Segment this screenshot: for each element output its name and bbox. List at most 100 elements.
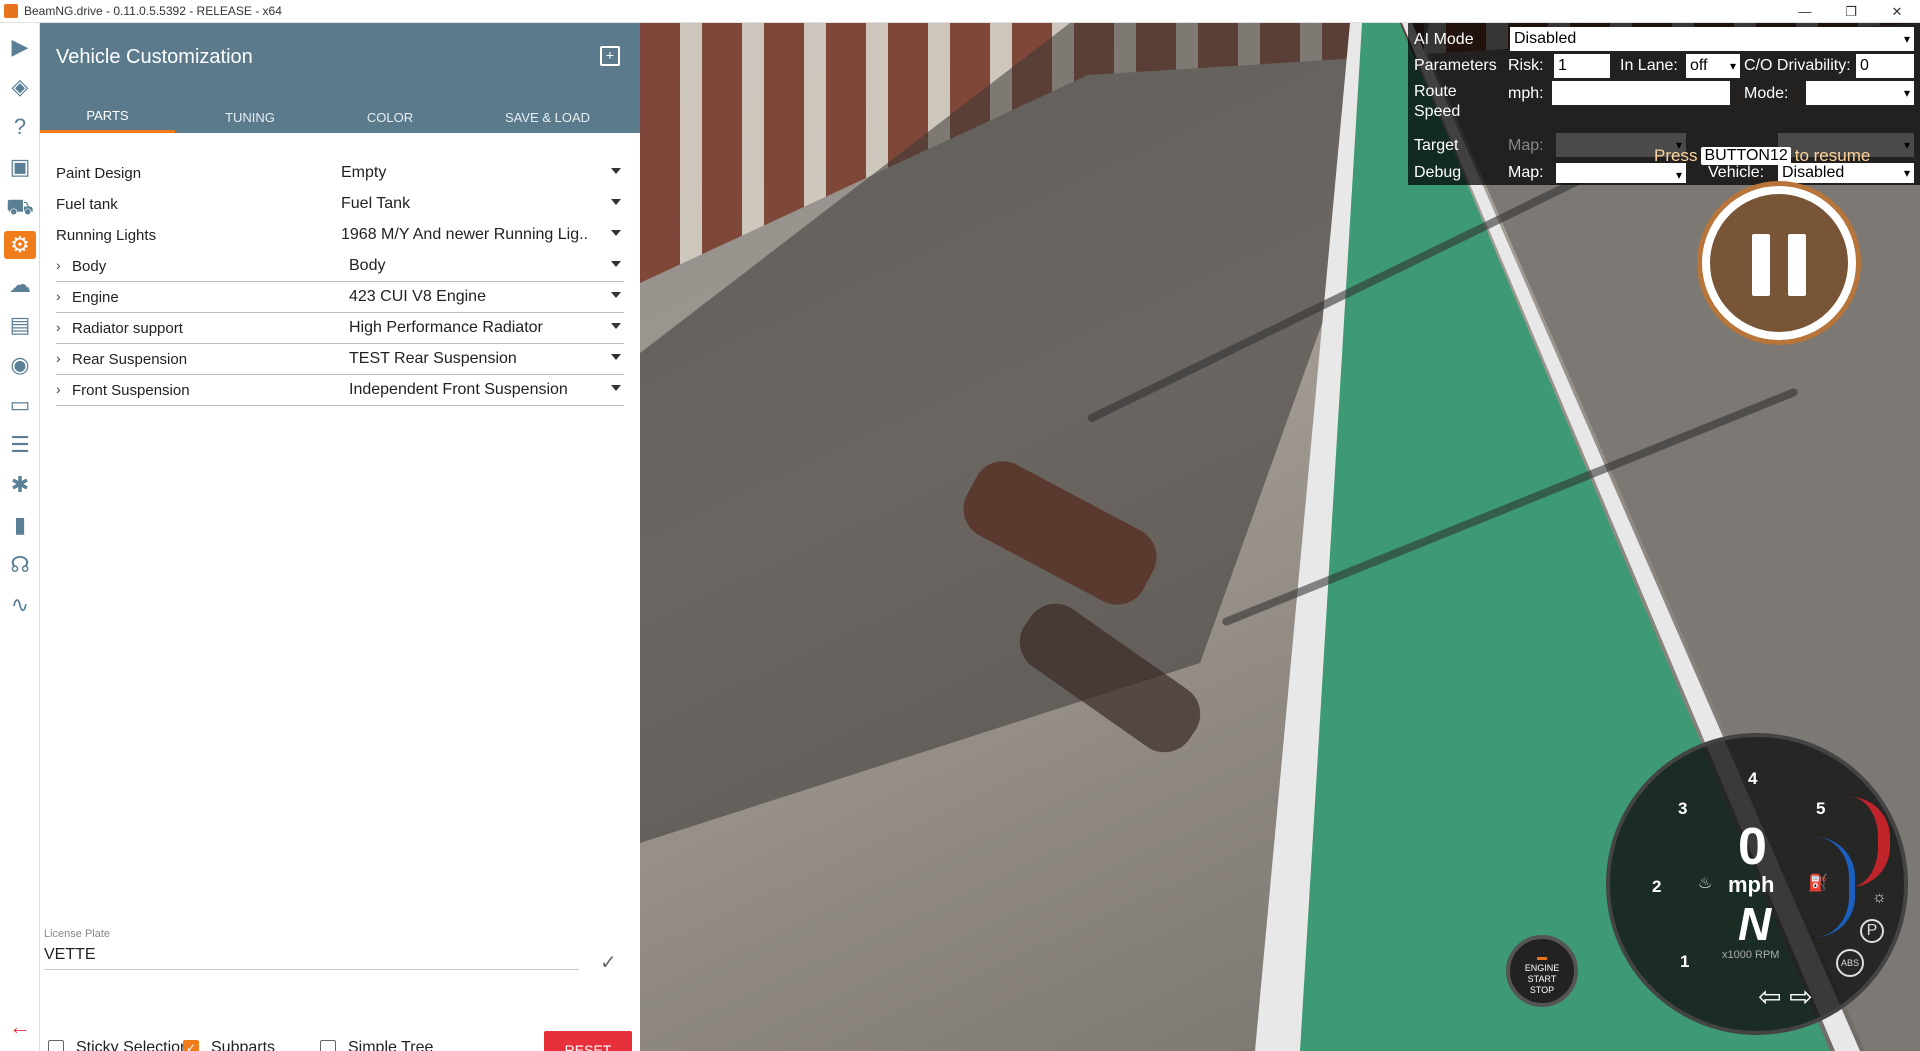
camera-icon[interactable]: ◉ bbox=[6, 351, 34, 379]
rpm-tick-5: 5 bbox=[1816, 799, 1826, 818]
part-dropdown[interactable]: Independent Front Suspension bbox=[349, 381, 621, 403]
stats-icon[interactable]: ▮ bbox=[6, 511, 34, 539]
license-plate-input[interactable]: VETTE bbox=[44, 946, 579, 970]
resume-button-name: BUTTON12 bbox=[1701, 147, 1791, 165]
turn-signal-arrows: ⇦ ⇨ bbox=[1758, 980, 1813, 1013]
ui-apps-icon[interactable]: ▭ bbox=[6, 391, 34, 419]
ai-route-label: Route bbox=[1414, 83, 1457, 100]
subparts-checkbox[interactable]: ✓ Subparts bbox=[183, 1039, 275, 1051]
ai-target-map-label: Map: bbox=[1508, 137, 1544, 154]
reset-button[interactable]: RESET bbox=[544, 1031, 632, 1051]
checkbox-checked-icon[interactable]: ✓ bbox=[183, 1040, 199, 1051]
dropdown-arrow-icon bbox=[611, 168, 621, 174]
resume-to-resume-text: to resume bbox=[1794, 146, 1871, 165]
vehicle-icon[interactable]: ⛟ bbox=[6, 193, 34, 221]
film-icon[interactable]: ▤ bbox=[6, 311, 34, 339]
part-dropdown[interactable]: Empty bbox=[341, 164, 621, 186]
part-dropdown[interactable]: TEST Rear Suspension bbox=[349, 350, 621, 372]
minimize-button[interactable]: — bbox=[1782, 0, 1828, 23]
resume-press-text: Press bbox=[1654, 146, 1698, 165]
speed-readout: 0 bbox=[1738, 818, 1767, 876]
temperature-icon: ♨ bbox=[1698, 875, 1713, 892]
dropdown-arrow-icon bbox=[611, 292, 621, 298]
engine-line1: ENGINE bbox=[1524, 963, 1560, 973]
rpm-label: x1000 RPM bbox=[1722, 949, 1780, 961]
popout-icon[interactable]: + bbox=[600, 46, 620, 66]
ai-speed-label: Speed bbox=[1414, 103, 1461, 120]
license-plate-section: License Plate VETTE ✓ bbox=[44, 928, 617, 974]
engine-line2: START bbox=[1527, 974, 1557, 984]
play-icon[interactable]: ▶ bbox=[6, 33, 34, 61]
chevron-right-icon[interactable]: › bbox=[56, 257, 61, 273]
window-title: BeamNG.drive - 0.11.0.5.5392 - RELEASE -… bbox=[24, 4, 282, 18]
environment-icon[interactable]: ☁ bbox=[6, 271, 34, 299]
ai-in-lane-select[interactable]: off bbox=[1686, 54, 1740, 78]
ai-debug-map-label: Map: bbox=[1508, 164, 1544, 181]
part-label: Running Lights bbox=[56, 227, 157, 244]
part-dropdown[interactable]: Fuel Tank bbox=[341, 195, 621, 217]
simple-tree-label: Simple Tree bbox=[348, 1039, 434, 1051]
panel-header: Vehicle Customization + PARTS TUNING COL… bbox=[40, 23, 640, 133]
tab-parts[interactable]: PARTS bbox=[40, 101, 175, 133]
rpm-tick-4: 4 bbox=[1748, 769, 1758, 788]
part-dropdown[interactable]: High Performance Radiator bbox=[349, 319, 621, 341]
chevron-right-icon[interactable]: › bbox=[56, 319, 61, 335]
fuel-pump-icon: ⛽ bbox=[1808, 875, 1828, 892]
part-row-rear-suspension: › Rear Suspension TEST Rear Suspension bbox=[56, 344, 624, 375]
panel-title: Vehicle Customization bbox=[56, 46, 253, 68]
ai-target-label: Target bbox=[1414, 137, 1459, 154]
chevron-right-icon[interactable]: › bbox=[56, 350, 61, 366]
tab-tuning[interactable]: TUNING bbox=[175, 101, 325, 133]
ai-debug-vehicle-select[interactable]: Disabled bbox=[1778, 163, 1914, 183]
ai-mph-label: mph: bbox=[1508, 85, 1544, 102]
ai-mode-field-label: Mode: bbox=[1744, 85, 1789, 102]
part-label: Engine bbox=[72, 289, 119, 306]
back-arrow-icon[interactable]: ← bbox=[6, 1013, 34, 1041]
ai-parameters-label: Parameters bbox=[1414, 57, 1497, 74]
mission-icon[interactable]: ▣ bbox=[6, 153, 34, 181]
resume-hint: Press BUTTON12 to resume bbox=[1654, 146, 1870, 166]
engine-led bbox=[1537, 957, 1547, 960]
pause-icon[interactable] bbox=[1702, 186, 1856, 340]
checkmark-icon[interactable]: ✓ bbox=[600, 950, 617, 975]
ai-debug-map-select[interactable] bbox=[1556, 163, 1686, 187]
ai-mph-input[interactable] bbox=[1552, 81, 1730, 105]
app-logo-icon bbox=[4, 4, 18, 18]
part-row-radiator-support: › Radiator support High Performance Radi… bbox=[56, 313, 624, 344]
sticky-selection-checkbox[interactable]: Sticky Selection bbox=[48, 1039, 189, 1051]
layers-icon[interactable]: ◈ bbox=[6, 73, 34, 101]
bug-icon[interactable]: ✱ bbox=[6, 471, 34, 499]
checkbox-box[interactable] bbox=[320, 1040, 336, 1051]
engine-line3: STOP bbox=[1529, 985, 1555, 995]
close-button[interactable]: ✕ bbox=[1874, 0, 1920, 23]
ai-risk-input[interactable]: 1 bbox=[1554, 54, 1610, 78]
rpm-tick-1: 1 bbox=[1680, 952, 1690, 971]
right-signal-icon: ⇨ bbox=[1789, 981, 1813, 1012]
dropdown-arrow-icon bbox=[611, 261, 621, 267]
part-dropdown[interactable]: 1968 M/Y And newer Running Lig.. bbox=[341, 226, 621, 248]
part-dropdown[interactable]: Body bbox=[349, 257, 621, 279]
chevron-right-icon[interactable]: › bbox=[56, 381, 61, 397]
maximize-button[interactable]: ❐ bbox=[1828, 0, 1874, 23]
panel-footer: Sticky Selection ✓ Subparts Simple Tree … bbox=[40, 1028, 640, 1051]
pause-bar-left bbox=[1752, 234, 1770, 296]
parts-list: Paint Design Empty Fuel tank Fuel Tank R… bbox=[56, 158, 624, 406]
vehicle-config-icon[interactable]: ⚙ bbox=[4, 231, 36, 259]
ai-mode-select[interactable]: Disabled bbox=[1510, 27, 1914, 51]
tab-save-load[interactable]: SAVE & LOAD bbox=[455, 101, 640, 133]
engine-start-stop-button[interactable]: ENGINE START STOP bbox=[1506, 935, 1578, 1007]
settings-sliders-icon[interactable]: ☰ bbox=[6, 431, 34, 459]
simple-tree-checkbox[interactable]: Simple Tree bbox=[320, 1039, 433, 1051]
rpm-tick-2: 2 bbox=[1652, 877, 1662, 896]
ai-route-mode-select[interactable] bbox=[1806, 81, 1914, 105]
ai-co-drivability-input[interactable]: 0 bbox=[1856, 54, 1914, 78]
help-icon[interactable]: ? bbox=[6, 113, 34, 141]
part-label: Fuel tank bbox=[56, 196, 118, 213]
checkbox-box[interactable] bbox=[48, 1040, 64, 1051]
headset-icon[interactable]: ☊ bbox=[6, 551, 34, 579]
part-dropdown[interactable]: 423 CUI V8 Engine bbox=[349, 288, 621, 310]
route-icon[interactable]: ∿ bbox=[6, 591, 34, 619]
chevron-right-icon[interactable]: › bbox=[56, 288, 61, 304]
tab-color[interactable]: COLOR bbox=[325, 101, 455, 133]
ai-debug-label: Debug bbox=[1414, 164, 1462, 181]
